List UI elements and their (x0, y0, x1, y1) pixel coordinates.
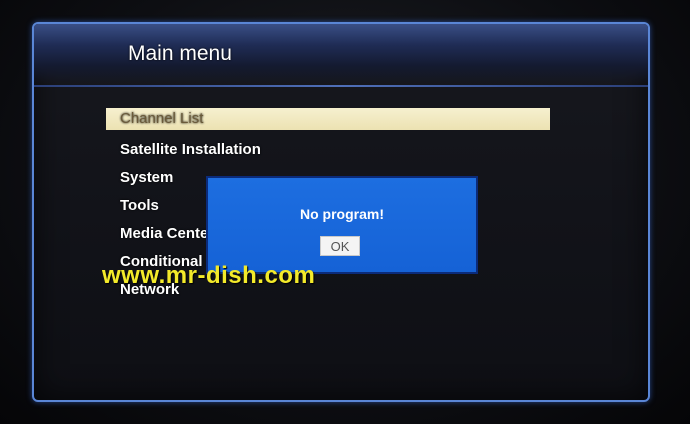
page-title: Main menu (128, 42, 232, 65)
menu-item-satellite-installation[interactable]: Satellite Installation (106, 136, 550, 164)
no-program-dialog: No program! OK (206, 176, 478, 274)
tv-screen: Main menu Channel List Satellite Install… (32, 22, 650, 402)
menu-item-channel-list[interactable]: Channel List (106, 108, 550, 130)
header-bar (34, 24, 648, 84)
title-divider (34, 85, 648, 87)
dialog-message: No program! (300, 206, 384, 222)
watermark-text: www.mr-dish.com (102, 262, 316, 289)
ok-button[interactable]: OK (320, 236, 360, 256)
